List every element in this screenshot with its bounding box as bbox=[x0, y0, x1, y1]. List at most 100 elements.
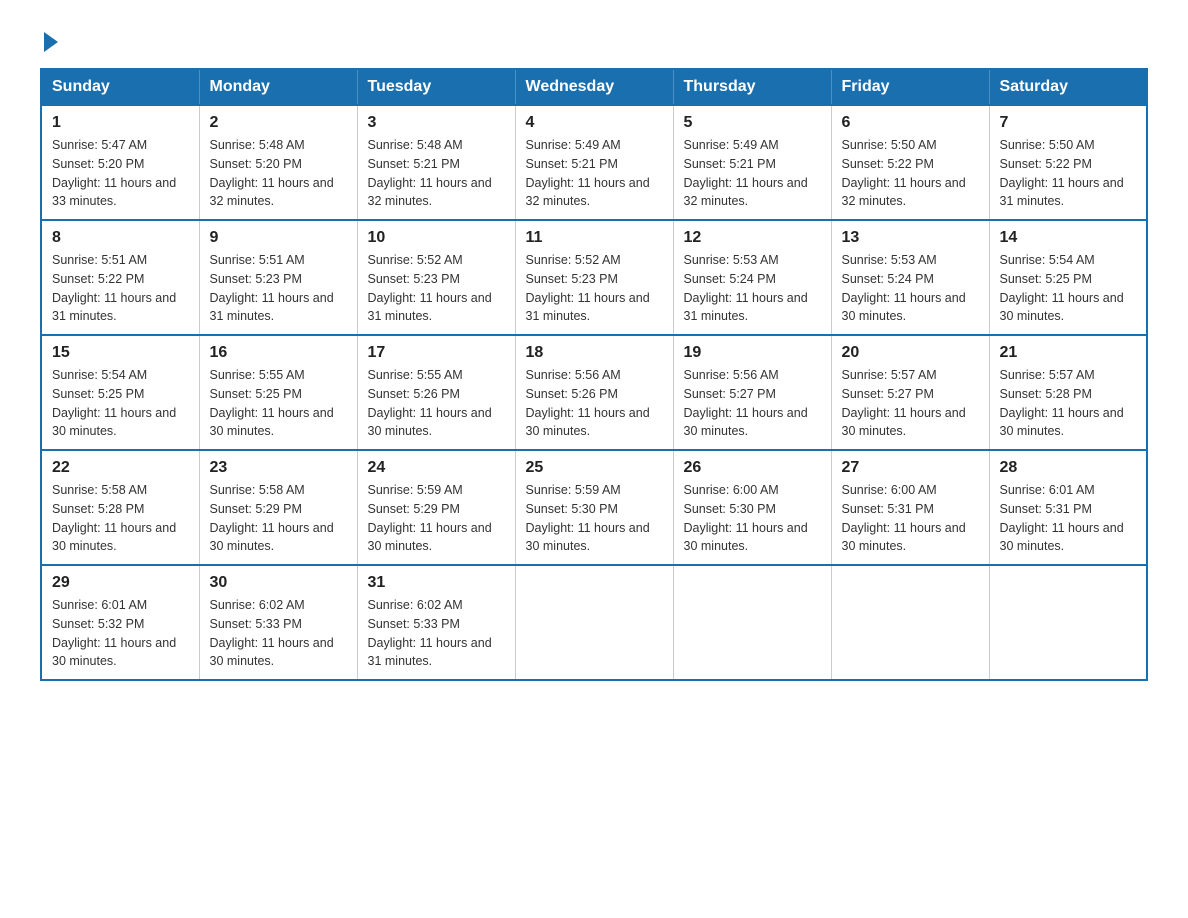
calendar-cell: 7 Sunrise: 5:50 AMSunset: 5:22 PMDayligh… bbox=[989, 105, 1147, 220]
day-info: Sunrise: 5:54 AMSunset: 5:25 PMDaylight:… bbox=[1000, 251, 1137, 326]
calendar-table: SundayMondayTuesdayWednesdayThursdayFrid… bbox=[40, 68, 1148, 681]
day-number: 11 bbox=[526, 229, 663, 247]
calendar-cell: 25 Sunrise: 5:59 AMSunset: 5:30 PMDaylig… bbox=[515, 450, 673, 565]
weekday-header-sunday: Sunday bbox=[41, 69, 199, 105]
day-number: 16 bbox=[210, 344, 347, 362]
day-info: Sunrise: 5:51 AMSunset: 5:22 PMDaylight:… bbox=[52, 251, 189, 326]
week-row-5: 29 Sunrise: 6:01 AMSunset: 5:32 PMDaylig… bbox=[41, 565, 1147, 680]
day-info: Sunrise: 6:00 AMSunset: 5:30 PMDaylight:… bbox=[684, 481, 821, 556]
calendar-cell: 4 Sunrise: 5:49 AMSunset: 5:21 PMDayligh… bbox=[515, 105, 673, 220]
weekday-header-friday: Friday bbox=[831, 69, 989, 105]
calendar-cell: 3 Sunrise: 5:48 AMSunset: 5:21 PMDayligh… bbox=[357, 105, 515, 220]
day-number: 25 bbox=[526, 459, 663, 477]
calendar-cell: 6 Sunrise: 5:50 AMSunset: 5:22 PMDayligh… bbox=[831, 105, 989, 220]
day-number: 9 bbox=[210, 229, 347, 247]
calendar-cell: 23 Sunrise: 5:58 AMSunset: 5:29 PMDaylig… bbox=[199, 450, 357, 565]
calendar-cell: 13 Sunrise: 5:53 AMSunset: 5:24 PMDaylig… bbox=[831, 220, 989, 335]
day-number: 31 bbox=[368, 574, 505, 592]
calendar-cell bbox=[989, 565, 1147, 680]
logo-arrow-icon bbox=[44, 32, 58, 52]
day-number: 13 bbox=[842, 229, 979, 247]
day-info: Sunrise: 6:01 AMSunset: 5:31 PMDaylight:… bbox=[1000, 481, 1137, 556]
day-info: Sunrise: 5:53 AMSunset: 5:24 PMDaylight:… bbox=[684, 251, 821, 326]
day-number: 27 bbox=[842, 459, 979, 477]
calendar-cell: 14 Sunrise: 5:54 AMSunset: 5:25 PMDaylig… bbox=[989, 220, 1147, 335]
calendar-cell: 16 Sunrise: 5:55 AMSunset: 5:25 PMDaylig… bbox=[199, 335, 357, 450]
calendar-cell: 11 Sunrise: 5:52 AMSunset: 5:23 PMDaylig… bbox=[515, 220, 673, 335]
day-info: Sunrise: 5:52 AMSunset: 5:23 PMDaylight:… bbox=[526, 251, 663, 326]
week-row-2: 8 Sunrise: 5:51 AMSunset: 5:22 PMDayligh… bbox=[41, 220, 1147, 335]
day-number: 17 bbox=[368, 344, 505, 362]
day-info: Sunrise: 5:57 AMSunset: 5:28 PMDaylight:… bbox=[1000, 366, 1137, 441]
calendar-cell bbox=[515, 565, 673, 680]
day-info: Sunrise: 5:55 AMSunset: 5:26 PMDaylight:… bbox=[368, 366, 505, 441]
week-row-4: 22 Sunrise: 5:58 AMSunset: 5:28 PMDaylig… bbox=[41, 450, 1147, 565]
week-row-1: 1 Sunrise: 5:47 AMSunset: 5:20 PMDayligh… bbox=[41, 105, 1147, 220]
day-number: 7 bbox=[1000, 114, 1137, 132]
day-number: 3 bbox=[368, 114, 505, 132]
day-info: Sunrise: 5:54 AMSunset: 5:25 PMDaylight:… bbox=[52, 366, 189, 441]
day-info: Sunrise: 5:53 AMSunset: 5:24 PMDaylight:… bbox=[842, 251, 979, 326]
day-info: Sunrise: 5:56 AMSunset: 5:26 PMDaylight:… bbox=[526, 366, 663, 441]
day-number: 29 bbox=[52, 574, 189, 592]
day-number: 2 bbox=[210, 114, 347, 132]
day-info: Sunrise: 5:52 AMSunset: 5:23 PMDaylight:… bbox=[368, 251, 505, 326]
day-number: 8 bbox=[52, 229, 189, 247]
calendar-cell: 21 Sunrise: 5:57 AMSunset: 5:28 PMDaylig… bbox=[989, 335, 1147, 450]
day-number: 15 bbox=[52, 344, 189, 362]
day-number: 14 bbox=[1000, 229, 1137, 247]
logo bbox=[40, 30, 58, 48]
calendar-cell: 31 Sunrise: 6:02 AMSunset: 5:33 PMDaylig… bbox=[357, 565, 515, 680]
weekday-header-monday: Monday bbox=[199, 69, 357, 105]
day-info: Sunrise: 6:02 AMSunset: 5:33 PMDaylight:… bbox=[210, 596, 347, 671]
calendar-cell: 22 Sunrise: 5:58 AMSunset: 5:28 PMDaylig… bbox=[41, 450, 199, 565]
weekday-header-saturday: Saturday bbox=[989, 69, 1147, 105]
day-info: Sunrise: 5:49 AMSunset: 5:21 PMDaylight:… bbox=[684, 136, 821, 211]
calendar-cell: 2 Sunrise: 5:48 AMSunset: 5:20 PMDayligh… bbox=[199, 105, 357, 220]
calendar-cell: 12 Sunrise: 5:53 AMSunset: 5:24 PMDaylig… bbox=[673, 220, 831, 335]
page-header bbox=[40, 30, 1148, 48]
calendar-cell bbox=[673, 565, 831, 680]
logo-general bbox=[40, 30, 58, 52]
day-info: Sunrise: 5:59 AMSunset: 5:29 PMDaylight:… bbox=[368, 481, 505, 556]
day-info: Sunrise: 6:02 AMSunset: 5:33 PMDaylight:… bbox=[368, 596, 505, 671]
calendar-cell: 20 Sunrise: 5:57 AMSunset: 5:27 PMDaylig… bbox=[831, 335, 989, 450]
day-number: 20 bbox=[842, 344, 979, 362]
calendar-cell: 28 Sunrise: 6:01 AMSunset: 5:31 PMDaylig… bbox=[989, 450, 1147, 565]
calendar-cell: 30 Sunrise: 6:02 AMSunset: 5:33 PMDaylig… bbox=[199, 565, 357, 680]
weekday-header-tuesday: Tuesday bbox=[357, 69, 515, 105]
day-info: Sunrise: 5:50 AMSunset: 5:22 PMDaylight:… bbox=[1000, 136, 1137, 211]
calendar-cell: 27 Sunrise: 6:00 AMSunset: 5:31 PMDaylig… bbox=[831, 450, 989, 565]
week-row-3: 15 Sunrise: 5:54 AMSunset: 5:25 PMDaylig… bbox=[41, 335, 1147, 450]
day-info: Sunrise: 5:47 AMSunset: 5:20 PMDaylight:… bbox=[52, 136, 189, 211]
day-info: Sunrise: 5:57 AMSunset: 5:27 PMDaylight:… bbox=[842, 366, 979, 441]
calendar-cell: 1 Sunrise: 5:47 AMSunset: 5:20 PMDayligh… bbox=[41, 105, 199, 220]
day-number: 12 bbox=[684, 229, 821, 247]
day-info: Sunrise: 5:48 AMSunset: 5:21 PMDaylight:… bbox=[368, 136, 505, 211]
day-info: Sunrise: 6:00 AMSunset: 5:31 PMDaylight:… bbox=[842, 481, 979, 556]
calendar-cell: 9 Sunrise: 5:51 AMSunset: 5:23 PMDayligh… bbox=[199, 220, 357, 335]
day-number: 22 bbox=[52, 459, 189, 477]
calendar-cell: 5 Sunrise: 5:49 AMSunset: 5:21 PMDayligh… bbox=[673, 105, 831, 220]
day-number: 10 bbox=[368, 229, 505, 247]
day-number: 6 bbox=[842, 114, 979, 132]
day-info: Sunrise: 5:55 AMSunset: 5:25 PMDaylight:… bbox=[210, 366, 347, 441]
day-number: 24 bbox=[368, 459, 505, 477]
day-number: 1 bbox=[52, 114, 189, 132]
day-info: Sunrise: 5:51 AMSunset: 5:23 PMDaylight:… bbox=[210, 251, 347, 326]
day-number: 19 bbox=[684, 344, 821, 362]
calendar-cell: 24 Sunrise: 5:59 AMSunset: 5:29 PMDaylig… bbox=[357, 450, 515, 565]
weekday-header-row: SundayMondayTuesdayWednesdayThursdayFrid… bbox=[41, 69, 1147, 105]
calendar-cell: 17 Sunrise: 5:55 AMSunset: 5:26 PMDaylig… bbox=[357, 335, 515, 450]
day-number: 4 bbox=[526, 114, 663, 132]
day-info: Sunrise: 5:49 AMSunset: 5:21 PMDaylight:… bbox=[526, 136, 663, 211]
day-number: 28 bbox=[1000, 459, 1137, 477]
day-number: 26 bbox=[684, 459, 821, 477]
calendar-cell: 18 Sunrise: 5:56 AMSunset: 5:26 PMDaylig… bbox=[515, 335, 673, 450]
day-number: 5 bbox=[684, 114, 821, 132]
calendar-cell: 19 Sunrise: 5:56 AMSunset: 5:27 PMDaylig… bbox=[673, 335, 831, 450]
day-number: 21 bbox=[1000, 344, 1137, 362]
day-info: Sunrise: 6:01 AMSunset: 5:32 PMDaylight:… bbox=[52, 596, 189, 671]
calendar-cell: 29 Sunrise: 6:01 AMSunset: 5:32 PMDaylig… bbox=[41, 565, 199, 680]
weekday-header-thursday: Thursday bbox=[673, 69, 831, 105]
